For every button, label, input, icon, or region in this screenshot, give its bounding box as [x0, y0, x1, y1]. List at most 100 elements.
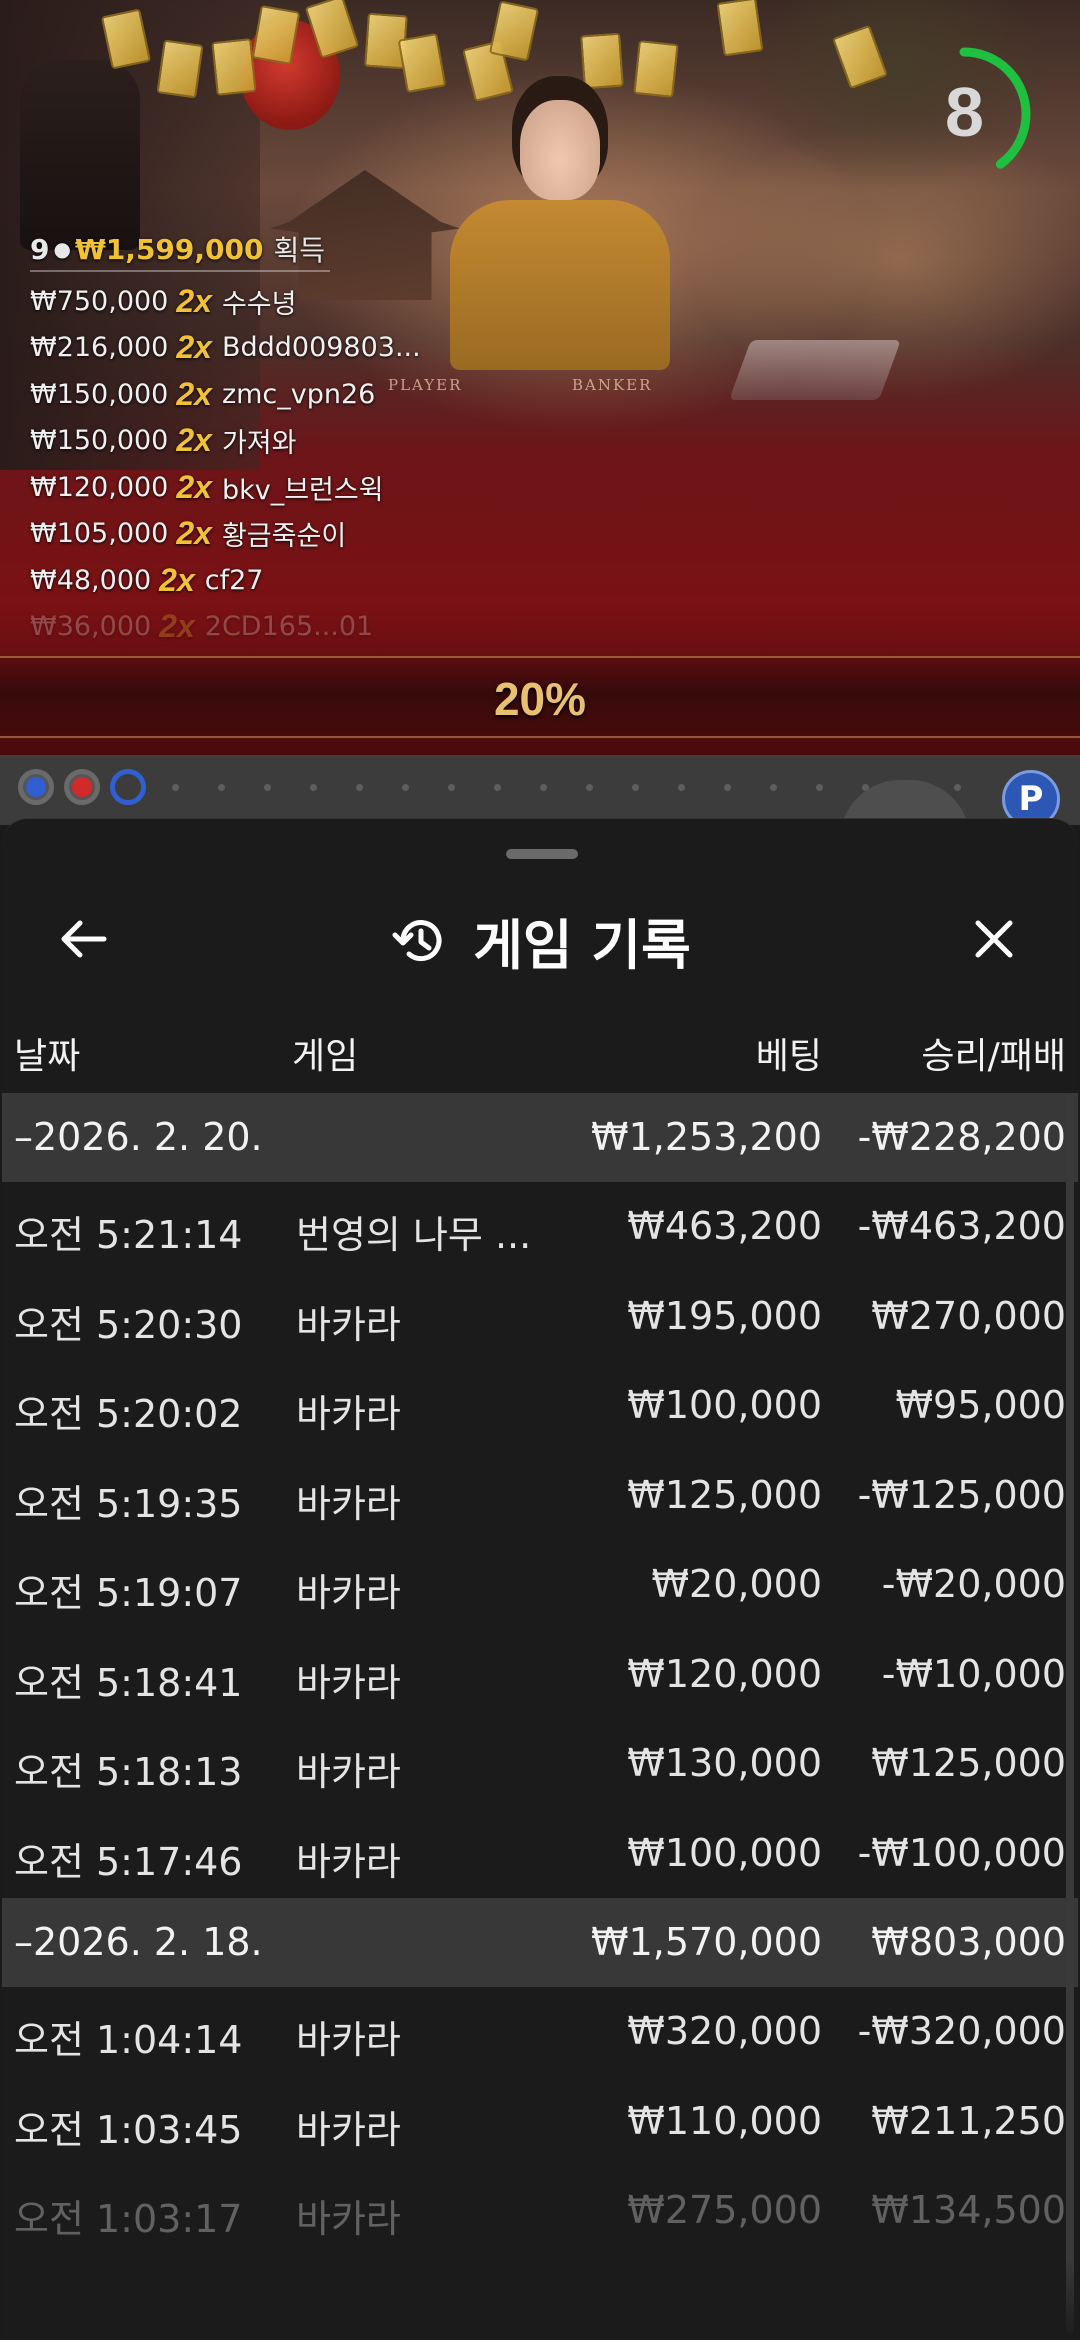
winner-amount: ₩48,000 [30, 564, 152, 596]
row-bet: ₩120,000 [627, 1651, 822, 1696]
row-win-loss: -₩10,000 [881, 1651, 1066, 1696]
gold-tile-decoration [156, 39, 204, 99]
table-row[interactable]: 오전 1:03:45 바카라 ₩110,000 ₩211,250 [2, 2077, 1078, 2167]
road-empty-dot [172, 784, 179, 791]
close-button[interactable] [962, 907, 1026, 971]
table-row[interactable]: 오전 5:17:46 바카라 ₩100,000 -₩100,000 [2, 1809, 1078, 1899]
table-row[interactable]: 오전 5:19:35 바카라 ₩125,000 -₩125,000 [2, 1451, 1078, 1541]
row-time: 오전 1:03:45 [14, 2107, 243, 2152]
winner-multiplier: 2x [159, 561, 195, 598]
row-time: 오전 1:03:17 [14, 2197, 243, 2241]
card-shoe [729, 340, 901, 400]
winner-name: cf27 [204, 564, 264, 596]
group-date: –2026. 2. 18. [14, 1920, 263, 1964]
row-time: 오전 5:19:35 [14, 1481, 243, 1526]
column-game: 게임 [292, 1036, 359, 1077]
percent-banner: 20% [0, 656, 1080, 738]
winners-total-suffix: 획득 [273, 234, 326, 267]
table-header: 날짜 게임 베팅 승리/패배 [2, 1007, 1078, 1093]
row-bet: ₩110,000 [627, 2098, 822, 2143]
row-game: 바카라 [296, 1839, 401, 1884]
group-bet-total: ₩1,570,000 [591, 1920, 822, 1964]
road-empty-dot [448, 784, 455, 791]
row-game: 바카라 [296, 1571, 401, 1615]
column-date: 날짜 [14, 1036, 81, 1077]
row-bet: ₩275,000 [627, 2188, 822, 2232]
winner-multiplier: 2x [176, 422, 212, 459]
row-win-loss: -₩125,000 [857, 1472, 1066, 1517]
row-bet: ₩100,000 [627, 1830, 822, 1875]
winner-name: bkv_브런스윅 [221, 474, 384, 506]
table-row[interactable]: 오전 5:18:41 바카라 ₩120,000 -₩10,000 [2, 1630, 1078, 1720]
winner-multiplier: 2x [176, 515, 212, 552]
winner-row: ₩150,000 2x zmc_vpn26 [30, 371, 490, 418]
road-empty-dot [402, 784, 409, 791]
winner-multiplier: 2x [176, 375, 212, 412]
road-empty-dot [816, 784, 823, 791]
winner-amount: ₩150,000 [30, 425, 169, 457]
road-result-circle [18, 769, 54, 805]
drag-handle[interactable] [506, 849, 578, 859]
road-empty-dot [586, 784, 593, 791]
column-bet: 베팅 [755, 1036, 822, 1077]
row-game: 바카라 [296, 1302, 401, 1347]
table-row[interactable]: 오전 5:20:02 바카라 ₩100,000 ₩95,000 [2, 1361, 1078, 1451]
winner-row: ₩120,000 2x bkv_브런스윅 [30, 464, 490, 511]
table-row[interactable]: 오전 5:21:14 번영의 나무 ... ₩463,200 -₩463,200 [2, 1182, 1078, 1272]
gold-tile-decoration [211, 38, 257, 96]
table-row[interactable]: 오전 5:19:07 바카라 ₩20,000 -₩20,000 [2, 1540, 1078, 1630]
table-row[interactable]: 오전 5:18:13 바카라 ₩130,000 ₩125,000 [2, 1719, 1078, 1809]
row-time: 오전 5:20:30 [14, 1302, 243, 1347]
row-game: 바카라 [296, 1750, 401, 1794]
gold-tile-decoration [397, 32, 447, 94]
date-group-row[interactable]: –2026. 2. 20. ₩1,253,200 -₩228,200 [2, 1093, 1078, 1182]
road-empty-dot [678, 784, 685, 791]
sheet-title: 게임 기록 [473, 914, 691, 977]
row-win-loss: -₩463,200 [857, 1204, 1066, 1248]
winner-amount: ₩36,000 [30, 611, 152, 643]
winner-name: Bddd009803... [221, 332, 421, 364]
road-empty-dot [310, 784, 317, 791]
table-row[interactable]: 오전 5:20:30 바카라 ₩195,000 ₩270,000 [2, 1272, 1078, 1362]
sheet-title-group: 게임 기록 [2, 901, 1078, 980]
row-win-loss: ₩134,500 [871, 2188, 1066, 2232]
row-win-loss: ₩270,000 [871, 1293, 1066, 1338]
row-win-loss: -₩100,000 [857, 1830, 1066, 1875]
winner-count: 9 [30, 232, 50, 266]
table-row[interactable]: 오전 1:03:17 바카라 ₩275,000 ₩134,500 [2, 2166, 1078, 2256]
winner-row: ₩750,000 2x 수수녕 [30, 278, 490, 325]
row-time: 오전 1:04:14 [14, 2018, 243, 2062]
road-empty-dot [954, 784, 961, 791]
gold-tile-decoration [633, 40, 679, 98]
scrollbar[interactable] [1066, 1095, 1074, 2335]
row-game: 바카라 [296, 1660, 401, 1705]
table-row[interactable]: 오전 1:04:14 바카라 ₩320,000 -₩320,000 [2, 1987, 1078, 2077]
row-game: 바카라 [296, 2018, 401, 2062]
winner-name: 수수녕 [221, 288, 297, 320]
column-win-loss: 승리/패배 [921, 1036, 1066, 1077]
date-group-row[interactable]: –2026. 2. 18. ₩1,570,000 ₩803,000 [2, 1898, 1078, 1987]
winner-amount: ₩750,000 [30, 285, 169, 317]
row-game: 바카라 [296, 2107, 401, 2152]
row-bet: ₩320,000 [627, 2009, 822, 2053]
road-empty-dot [540, 784, 547, 791]
sheet-header: 게임 기록 [2, 879, 1078, 999]
close-icon [975, 920, 1013, 958]
gold-tile-decoration [580, 32, 624, 90]
row-bet: ₩463,200 [627, 1204, 822, 1248]
winner-amount: ₩150,000 [30, 378, 169, 410]
game-history-sheet: 게임 기록 날짜 게임 베팅 승리/패배 –2026. 2. 20. ₩1,253… [2, 818, 1078, 2340]
road-result-ring [110, 769, 146, 805]
winners-summary: 9 ● ₩1,599,000 획득 [30, 228, 330, 272]
winner-name: 가져와 [221, 428, 297, 460]
row-time: 오전 5:21:14 [14, 1213, 243, 1257]
road-empty-dot [218, 784, 225, 791]
road-empty-dot [494, 784, 501, 791]
row-bet: ₩125,000 [627, 1472, 822, 1517]
countdown-timer: 8 [912, 42, 1040, 186]
road-result-circle [64, 769, 100, 805]
road-empty-dot [632, 784, 639, 791]
winner-row: ₩216,000 2x Bddd009803... [30, 325, 490, 372]
gold-tile-decoration [716, 0, 764, 57]
gold-tile-decoration [488, 0, 540, 62]
